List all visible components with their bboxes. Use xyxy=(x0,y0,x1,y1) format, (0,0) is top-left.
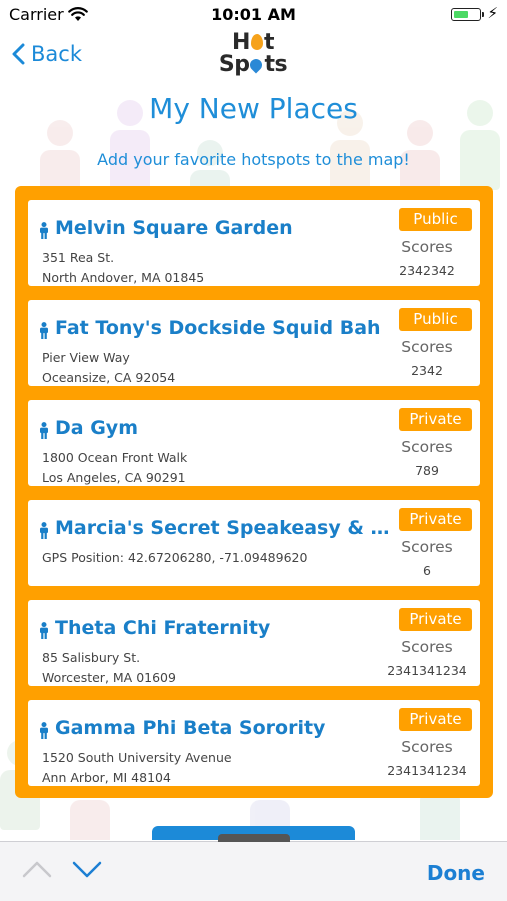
scores-value: 2342342 xyxy=(399,263,455,278)
chevron-up-icon xyxy=(22,861,52,878)
keyboard-toolbar: Done xyxy=(0,834,507,901)
chevron-down-icon xyxy=(72,861,102,878)
visibility-badge: Private xyxy=(399,708,472,731)
scroll-handle xyxy=(218,834,290,842)
place-name: Marcia's Secret Speakeasy & Hookah Loung… xyxy=(55,517,395,539)
hotspots-logo: Ht Sp ts xyxy=(218,30,288,77)
person-icon xyxy=(40,222,48,239)
place-address-line1: 85 Salisbury St. xyxy=(42,650,141,665)
place-name: Melvin Square Garden xyxy=(55,217,293,239)
bolt-icon: ⚡ xyxy=(487,4,498,22)
battery-icon xyxy=(451,8,484,21)
place-card[interactable]: Melvin Square Garden 351 Rea St. North A… xyxy=(28,200,480,286)
place-card[interactable]: Theta Chi Fraternity 85 Salisbury St. Wo… xyxy=(28,600,480,686)
previous-field-button[interactable] xyxy=(22,860,52,882)
visibility-badge: Private xyxy=(399,508,472,531)
page-title: My New Places xyxy=(149,92,358,125)
place-card[interactable]: Marcia's Secret Speakeasy & Hookah Loung… xyxy=(28,500,480,586)
place-address-line2: Ann Arbor, MI 48104 xyxy=(42,770,171,785)
clock: 10:01 AM xyxy=(211,5,296,24)
place-address-line1: 1520 South University Avenue xyxy=(42,750,232,765)
navigation-bar: Back Ht Sp ts xyxy=(0,32,507,84)
person-icon xyxy=(40,722,48,739)
scores-label: Scores xyxy=(401,438,453,456)
place-card[interactable]: Fat Tony's Dockside Squid Bah Pier View … xyxy=(28,300,480,386)
places-list: Melvin Square Garden 351 Rea St. North A… xyxy=(15,186,493,798)
scores-label: Scores xyxy=(401,738,453,756)
visibility-badge: Private xyxy=(399,408,472,431)
scores-value: 2341341234 xyxy=(387,663,467,678)
scores-label: Scores xyxy=(401,638,453,656)
place-address-line2: North Andover, MA 01845 xyxy=(42,270,205,285)
person-icon xyxy=(40,322,48,339)
scores-value: 789 xyxy=(415,463,439,478)
next-field-button[interactable] xyxy=(72,860,102,882)
place-address-line2: Oceansize, CA 92054 xyxy=(42,370,176,385)
done-button[interactable]: Done xyxy=(427,861,485,885)
place-name: Da Gym xyxy=(55,417,138,439)
place-name: Gamma Phi Beta Sorority xyxy=(55,717,326,739)
scores-value: 2342 xyxy=(411,363,443,378)
place-address-line1: 351 Rea St. xyxy=(42,250,115,265)
place-card[interactable]: Da Gym 1800 Ocean Front Walk Los Angeles… xyxy=(28,400,480,486)
place-address-line1: GPS Position: 42.67206280, -71.09489620 xyxy=(42,550,308,565)
back-button[interactable]: Back xyxy=(12,42,82,66)
map-pin-icon xyxy=(247,56,265,74)
place-name: Theta Chi Fraternity xyxy=(55,617,271,639)
scores-label: Scores xyxy=(401,238,453,256)
status-bar: Carrier 10:01 AM ⚡ xyxy=(0,0,507,30)
visibility-badge: Private xyxy=(399,608,472,631)
place-name: Fat Tony's Dockside Squid Bah xyxy=(55,317,381,339)
visibility-badge: Public xyxy=(399,308,472,331)
place-address-line1: 1800 Ocean Front Walk xyxy=(42,450,188,465)
person-icon xyxy=(40,622,48,639)
back-label: Back xyxy=(31,42,82,66)
scores-value: 6 xyxy=(423,563,431,578)
chevron-left-icon xyxy=(12,43,25,65)
person-icon xyxy=(40,522,48,539)
visibility-badge: Public xyxy=(399,208,472,231)
place-card[interactable]: Gamma Phi Beta Sorority 1520 South Unive… xyxy=(28,700,480,786)
scores-value: 2341341234 xyxy=(387,763,467,778)
person-icon xyxy=(40,422,48,439)
scores-label: Scores xyxy=(401,338,453,356)
page-subtitle: Add your favorite hotspots to the map! xyxy=(97,150,410,169)
place-address-line2: Worcester, MA 01609 xyxy=(42,670,176,685)
place-address-line2: Los Angeles, CA 90291 xyxy=(42,470,186,485)
flame-icon xyxy=(250,34,263,50)
place-address-line1: Pier View Way xyxy=(42,350,130,365)
scores-label: Scores xyxy=(401,538,453,556)
